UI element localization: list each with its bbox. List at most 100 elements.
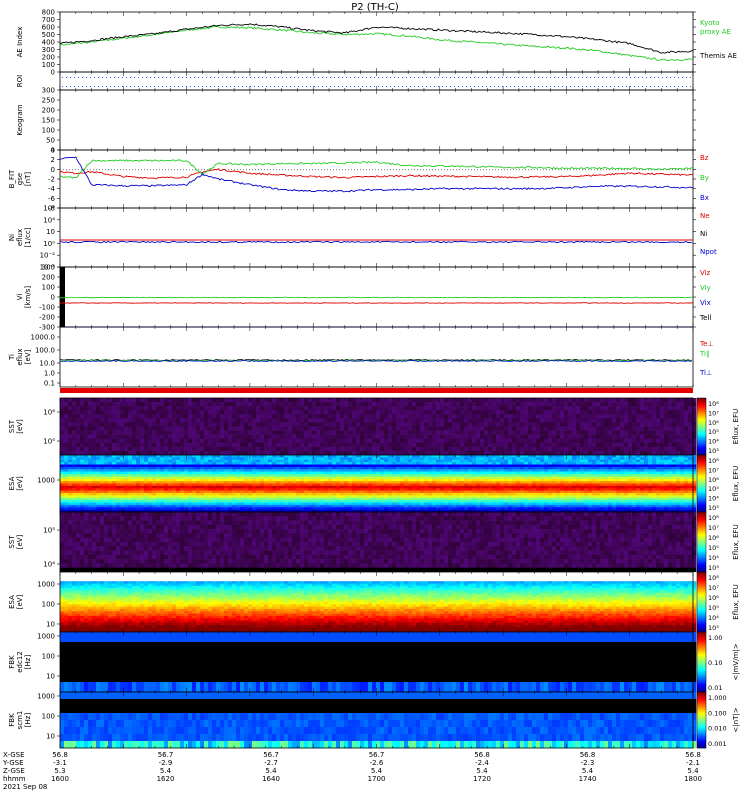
spectrogram-cell bbox=[576, 418, 580, 422]
roi-dot bbox=[66, 77, 67, 78]
spectrogram-cell bbox=[340, 422, 344, 426]
y-tick-label: 400 bbox=[42, 39, 55, 47]
zero-line-dot bbox=[126, 169, 127, 170]
zero-line-dot bbox=[507, 169, 508, 170]
spectrogram-cell bbox=[452, 422, 456, 426]
spectrogram-cell bbox=[152, 457, 156, 460]
spectrogram-cell bbox=[532, 465, 536, 468]
panel-roi: ROI bbox=[16, 72, 693, 90]
spectrogram-cell bbox=[176, 455, 180, 458]
spectrogram-cell bbox=[200, 431, 204, 435]
spectrogram-cell bbox=[360, 447, 364, 451]
spectrogram-cell bbox=[192, 443, 196, 447]
spectrogram-cell bbox=[380, 410, 384, 414]
spectrogram-cell bbox=[624, 402, 628, 406]
roi-dot bbox=[110, 77, 111, 78]
spectrogram-cell bbox=[492, 427, 496, 431]
zero-line-dot bbox=[606, 169, 607, 170]
zero-line-dot bbox=[255, 169, 256, 170]
spectrogram-cell bbox=[544, 457, 548, 460]
spectrogram-cell bbox=[468, 435, 472, 439]
spectrogram-cell bbox=[296, 410, 300, 414]
spectrogram-cell bbox=[456, 402, 460, 406]
zero-line-dot bbox=[108, 169, 109, 170]
spectrogram-cell bbox=[316, 447, 320, 451]
spectrogram-cell bbox=[400, 422, 404, 426]
spectrogram-cell bbox=[336, 427, 340, 431]
spectrogram-cell bbox=[196, 465, 200, 468]
spectrogram-cell bbox=[76, 427, 80, 431]
zero-line-dot bbox=[465, 169, 466, 170]
panel-frame bbox=[60, 12, 693, 72]
spectrogram-cell bbox=[612, 427, 616, 431]
spectrogram-cell bbox=[668, 460, 672, 463]
spectrogram-cell bbox=[380, 427, 384, 431]
spectrogram-cell bbox=[152, 410, 156, 414]
spectrogram-cell bbox=[664, 410, 668, 414]
spectrogram-cell bbox=[640, 410, 644, 414]
zero-line-dot bbox=[168, 169, 169, 170]
spectrogram-cell bbox=[384, 443, 388, 447]
spectrogram-cell bbox=[92, 402, 96, 406]
spectrogram-cell bbox=[180, 427, 184, 431]
spectrogram-cell bbox=[284, 443, 288, 447]
spectrogram-cell bbox=[668, 410, 672, 414]
spectrogram-cell bbox=[644, 410, 648, 414]
spectrogram-cell bbox=[180, 467, 184, 470]
spectrogram-cell bbox=[300, 418, 304, 422]
spectrogram-cell bbox=[172, 455, 176, 458]
spectrogram-cell bbox=[452, 447, 456, 451]
spectrogram-cell bbox=[268, 457, 272, 460]
roi-dot bbox=[366, 86, 367, 87]
spectrogram-cell bbox=[592, 447, 596, 451]
spectrogram-cell bbox=[368, 422, 372, 426]
roi-dot bbox=[494, 77, 495, 78]
spectrogram-cell bbox=[140, 469, 144, 472]
spectrogram-cell bbox=[60, 460, 64, 463]
spectrogram-cell bbox=[284, 410, 288, 414]
spectrogram-cell bbox=[352, 431, 356, 435]
ni-line bbox=[60, 241, 692, 242]
spectrogram-cell bbox=[440, 469, 444, 472]
spectrogram-cell bbox=[624, 443, 628, 447]
spectrogram-cell bbox=[524, 460, 528, 463]
spectrogram-cell bbox=[636, 443, 640, 447]
spectrogram-cell bbox=[516, 462, 520, 465]
spectrogram-cell bbox=[596, 443, 600, 447]
spectrogram-cell bbox=[568, 469, 572, 472]
spectrogram-cell bbox=[128, 472, 132, 475]
spectrogram-cell bbox=[532, 472, 536, 475]
spectrogram-cell bbox=[144, 398, 148, 402]
spectrogram-cell bbox=[284, 467, 288, 470]
spectrogram-cell bbox=[404, 422, 408, 426]
spectrogram-cell bbox=[344, 402, 348, 406]
spectrogram-cell bbox=[404, 414, 408, 418]
spectrogram-cell bbox=[512, 462, 516, 465]
spectrogram-cell bbox=[200, 467, 204, 470]
spectrogram-cell bbox=[364, 455, 368, 458]
spectrogram-cell bbox=[488, 406, 492, 410]
zero-line-dot bbox=[93, 169, 94, 170]
spectrogram-cell bbox=[276, 462, 280, 465]
spectrogram-cell bbox=[432, 447, 436, 451]
spectrogram-cell bbox=[244, 443, 248, 447]
spectrogram-cell bbox=[448, 460, 452, 463]
spectrogram-cell bbox=[524, 410, 528, 414]
spectrogram-cell bbox=[680, 465, 684, 468]
spectrogram-cell bbox=[484, 402, 488, 406]
spectrogram-cell bbox=[228, 406, 232, 410]
spectrogram-cell bbox=[580, 462, 584, 465]
roi-dot bbox=[106, 86, 107, 87]
spectrogram-cell bbox=[316, 443, 320, 447]
spectrogram-cell bbox=[472, 427, 476, 431]
spectrogram-cell bbox=[648, 469, 652, 472]
zero-line-dot bbox=[381, 169, 382, 170]
spectrogram-cell bbox=[84, 469, 88, 472]
spectrogram-cell bbox=[532, 443, 536, 447]
spectrogram-cell bbox=[380, 435, 384, 439]
roi-dot bbox=[258, 77, 259, 78]
spectrogram-cell bbox=[664, 443, 668, 447]
zero-line-dot bbox=[198, 169, 199, 170]
spectrogram-cell bbox=[528, 455, 532, 458]
spectrogram-cell bbox=[252, 422, 256, 426]
